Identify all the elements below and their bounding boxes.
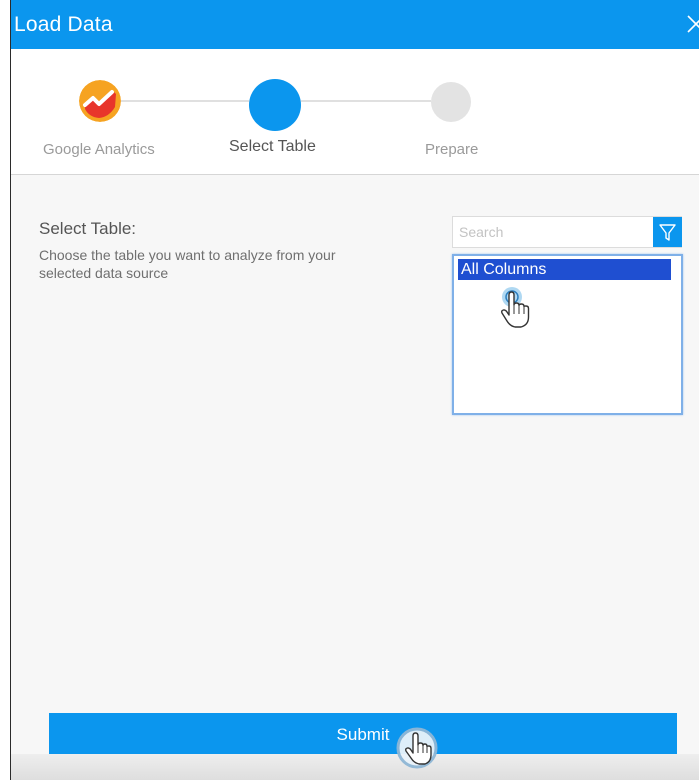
hand-pointer-icon — [501, 287, 530, 328]
hand-pointer-icon — [396, 727, 438, 769]
step-connector — [301, 100, 431, 102]
select-table-panel: Select Table: Choose the table you want … — [11, 175, 699, 715]
step-label-google-analytics: Google Analytics — [43, 141, 155, 158]
dialog-titlebar: Load Data — [11, 0, 699, 49]
wizard-stepper: Google Analytics Select Table Prepare — [11, 49, 699, 175]
step-label-prepare: Prepare — [425, 141, 479, 158]
filter-button[interactable] — [653, 217, 682, 247]
step-circle-select-table[interactable] — [249, 79, 301, 131]
table-listbox[interactable]: All Columns — [452, 254, 683, 415]
section-title: Select Table: — [39, 219, 137, 238]
list-item[interactable]: All Columns — [458, 259, 671, 280]
section-description: Choose the table you want to analyze fro… — [39, 247, 336, 281]
table-search — [452, 216, 682, 248]
footer-shadow — [11, 754, 699, 780]
filter-icon — [659, 224, 676, 241]
step-connector — [121, 100, 249, 102]
google-analytics-icon[interactable] — [79, 80, 121, 122]
step-circle-prepare[interactable] — [431, 82, 471, 122]
submit-button[interactable]: Submit — [49, 713, 677, 756]
dialog-title: Load Data — [14, 13, 113, 36]
close-icon[interactable] — [686, 14, 699, 34]
search-input[interactable] — [453, 217, 651, 247]
step-label-select-table: Select Table — [229, 138, 316, 155]
load-data-dialog: Load Data Google Analytics Select Table … — [10, 0, 699, 780]
